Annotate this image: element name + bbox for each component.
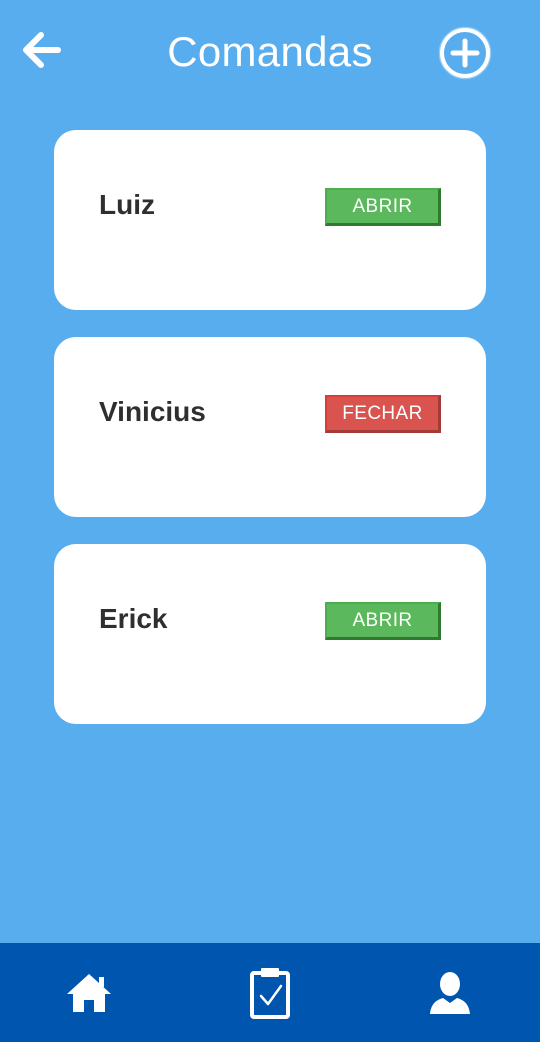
comanda-card[interactable]: Erick ABRIR bbox=[54, 544, 486, 724]
clipboard-check-icon bbox=[250, 968, 290, 1019]
customer-name: Luiz bbox=[99, 189, 155, 220]
open-button[interactable]: ABRIR bbox=[325, 602, 441, 640]
user-icon bbox=[430, 972, 470, 1014]
plus-circle-icon bbox=[438, 26, 492, 80]
customer-name: Erick bbox=[99, 603, 168, 634]
nav-profile[interactable] bbox=[420, 963, 480, 1023]
bottom-navigation bbox=[0, 943, 540, 1042]
comanda-card[interactable]: Vinicius FECHAR bbox=[54, 337, 486, 517]
comanda-list: Luiz ABRIR Vinicius FECHAR Erick ABRIR bbox=[54, 130, 486, 751]
comanda-card[interactable]: Luiz ABRIR bbox=[54, 130, 486, 310]
nav-orders[interactable] bbox=[240, 963, 300, 1023]
app-header: Comandas bbox=[0, 0, 540, 105]
home-icon bbox=[67, 974, 111, 1012]
add-comanda-button[interactable] bbox=[438, 26, 492, 80]
customer-name: Vinicius bbox=[99, 396, 206, 427]
close-button[interactable]: FECHAR bbox=[325, 395, 441, 433]
nav-home[interactable] bbox=[59, 963, 119, 1023]
open-button[interactable]: ABRIR bbox=[325, 188, 441, 226]
